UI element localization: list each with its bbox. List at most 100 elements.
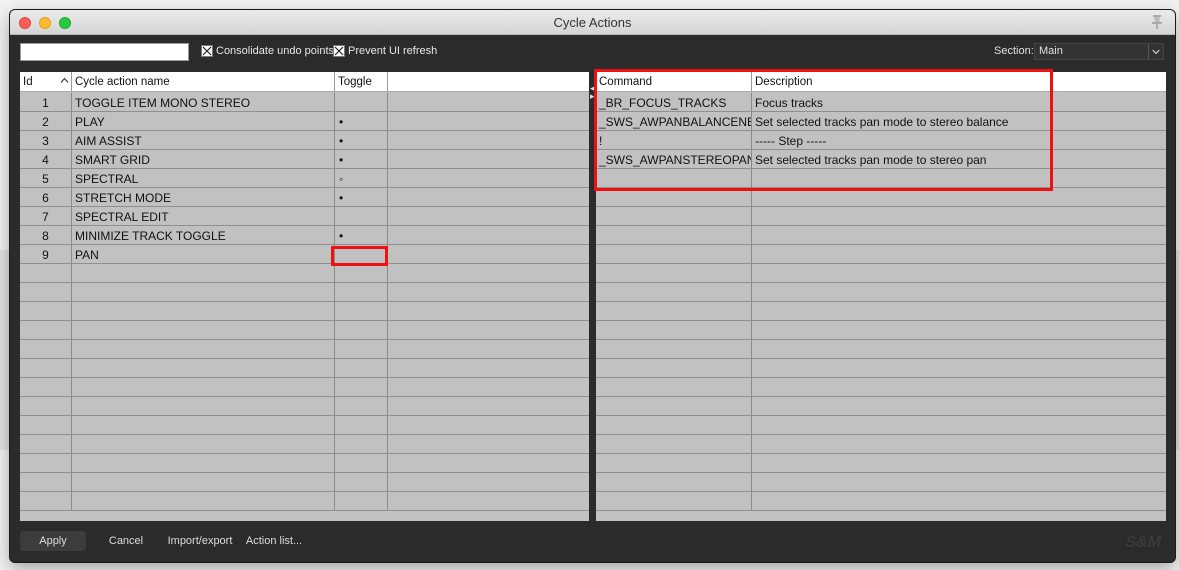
table-row[interactable]	[596, 340, 1166, 359]
empty-cell	[388, 302, 589, 321]
column-header-id[interactable]: Id	[20, 72, 72, 92]
id-cell	[20, 302, 72, 321]
table-row[interactable]: 2 PLAY •	[20, 112, 589, 131]
command-cell	[596, 245, 752, 264]
toggle-cell[interactable]	[335, 321, 388, 340]
table-row[interactable]	[20, 473, 589, 492]
column-header-toggle[interactable]: Toggle	[335, 72, 388, 92]
action-list-button[interactable]: Action list...	[244, 531, 304, 551]
toggle-cell[interactable]: •	[335, 226, 388, 245]
table-row[interactable]	[20, 283, 589, 302]
table-row[interactable]: 1 TOGGLE ITEM MONO STEREO	[20, 93, 589, 112]
table-row[interactable]: 5 SPECTRAL ◦	[20, 169, 589, 188]
id-cell: 1	[20, 93, 72, 112]
table-row[interactable]	[20, 302, 589, 321]
toggle-cell[interactable]: •	[335, 112, 388, 131]
id-cell	[20, 378, 72, 397]
table-row[interactable]	[20, 340, 589, 359]
id-cell	[20, 473, 72, 492]
import-export-button[interactable]: Import/export	[166, 531, 234, 551]
id-cell	[20, 359, 72, 378]
checkbox-checked-icon[interactable]	[333, 45, 345, 57]
table-row[interactable]: 3 AIM ASSIST •	[20, 131, 589, 150]
prevent-ui-refresh-checkbox[interactable]: Prevent UI refresh	[333, 45, 437, 57]
table-row[interactable]: 4 SMART GRID •	[20, 150, 589, 169]
table-row[interactable]	[596, 283, 1166, 302]
table-row[interactable]	[20, 321, 589, 340]
filter-input[interactable]	[20, 43, 189, 61]
toggle-cell[interactable]	[335, 359, 388, 378]
section-value: Main	[1039, 45, 1063, 57]
toggle-cell[interactable]	[335, 435, 388, 454]
sm-logo: S&M	[1125, 534, 1161, 551]
table-row[interactable]	[20, 492, 589, 511]
table-row[interactable]	[596, 226, 1166, 245]
table-row[interactable]: 7 SPECTRAL EDIT	[20, 207, 589, 226]
name-cell	[72, 264, 335, 283]
checkbox-checked-icon[interactable]	[201, 45, 213, 57]
section-dropdown[interactable]: Main	[1034, 43, 1164, 60]
toggle-cell[interactable]	[335, 416, 388, 435]
toggle-cell[interactable]	[335, 283, 388, 302]
id-cell: 7	[20, 207, 72, 226]
id-cell: 8	[20, 226, 72, 245]
pin-icon[interactable]	[1149, 14, 1165, 30]
table-row[interactable]	[596, 378, 1166, 397]
id-cell: 9	[20, 245, 72, 264]
apply-button[interactable]: Apply	[20, 531, 86, 551]
description-cell	[752, 473, 1166, 492]
column-header-name[interactable]: Cycle action name	[72, 72, 335, 92]
table-row[interactable]	[596, 245, 1166, 264]
toggle-cell[interactable]	[335, 454, 388, 473]
toggle-cell[interactable]	[335, 397, 388, 416]
toggle-cell[interactable]	[335, 207, 388, 226]
toggle-cell[interactable]	[335, 264, 388, 283]
name-cell	[72, 492, 335, 511]
id-cell	[20, 454, 72, 473]
name-cell: TOGGLE ITEM MONO STEREO	[72, 93, 335, 112]
toggle-cell[interactable]	[335, 93, 388, 112]
cancel-button[interactable]: Cancel	[102, 531, 150, 551]
empty-cell	[388, 321, 589, 340]
toggle-cell[interactable]: ◦	[335, 169, 388, 188]
table-row[interactable]	[596, 302, 1166, 321]
empty-cell	[388, 245, 589, 264]
table-row[interactable]	[596, 416, 1166, 435]
id-cell: 2	[20, 112, 72, 131]
toggle-cell[interactable]	[335, 492, 388, 511]
command-cell	[596, 302, 752, 321]
command-cell	[596, 378, 752, 397]
table-row[interactable]	[596, 359, 1166, 378]
toggle-cell[interactable]	[335, 473, 388, 492]
toggle-cell[interactable]: •	[335, 131, 388, 150]
table-row[interactable]	[596, 492, 1166, 511]
table-row[interactable]	[596, 207, 1166, 226]
table-row[interactable]	[20, 359, 589, 378]
consolidate-undo-checkbox[interactable]: Consolidate undo points	[201, 45, 334, 57]
table-row[interactable]	[596, 397, 1166, 416]
table-row[interactable]	[20, 454, 589, 473]
table-row[interactable]	[596, 435, 1166, 454]
table-row[interactable]	[596, 264, 1166, 283]
chevron-down-icon[interactable]	[1148, 44, 1163, 59]
toggle-cell[interactable]: •	[335, 150, 388, 169]
id-cell	[20, 264, 72, 283]
toggle-cell[interactable]	[335, 340, 388, 359]
table-row[interactable]	[20, 378, 589, 397]
toggle-cell[interactable]	[335, 302, 388, 321]
table-row[interactable]: 9 PAN	[20, 245, 589, 264]
toggle-cell[interactable]	[335, 378, 388, 397]
table-row[interactable]	[596, 473, 1166, 492]
empty-cell	[388, 416, 589, 435]
toggle-cell[interactable]: •	[335, 188, 388, 207]
table-row[interactable]	[20, 416, 589, 435]
table-row[interactable]	[20, 435, 589, 454]
table-row[interactable]	[20, 264, 589, 283]
table-row[interactable]	[596, 321, 1166, 340]
table-row[interactable]	[20, 397, 589, 416]
name-cell: PAN	[72, 245, 335, 264]
table-row[interactable]	[596, 454, 1166, 473]
table-row[interactable]: 6 STRETCH MODE •	[20, 188, 589, 207]
table-row[interactable]: 8 MINIMIZE TRACK TOGGLE •	[20, 226, 589, 245]
description-cell	[752, 492, 1166, 511]
